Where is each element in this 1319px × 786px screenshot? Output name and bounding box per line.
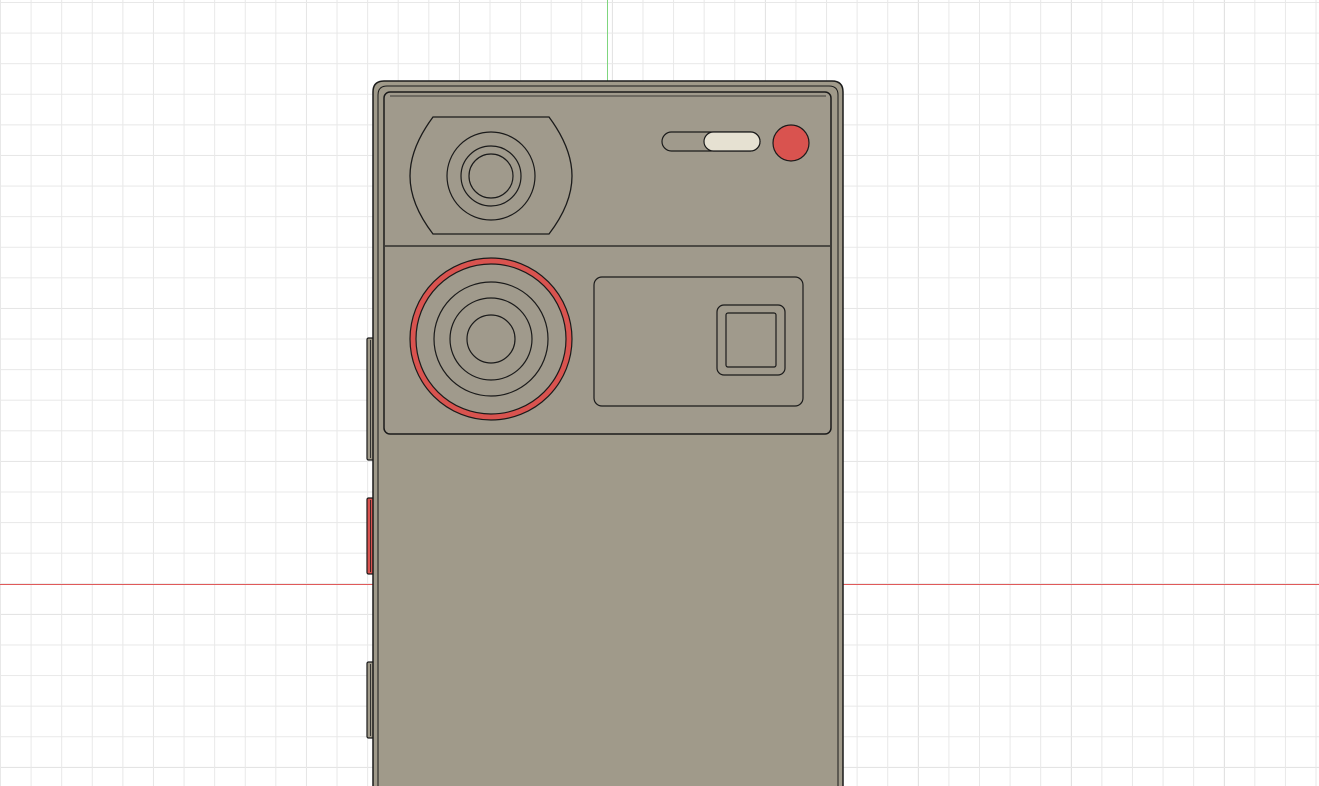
main-lens-face [415,263,567,415]
top-lens-housing[interactable] [409,116,573,235]
red-indicator-light [772,124,810,162]
cad-viewport[interactable] [0,0,1319,786]
slider-thumb[interactable] [703,131,761,152]
square-sensor-inner [725,312,777,368]
